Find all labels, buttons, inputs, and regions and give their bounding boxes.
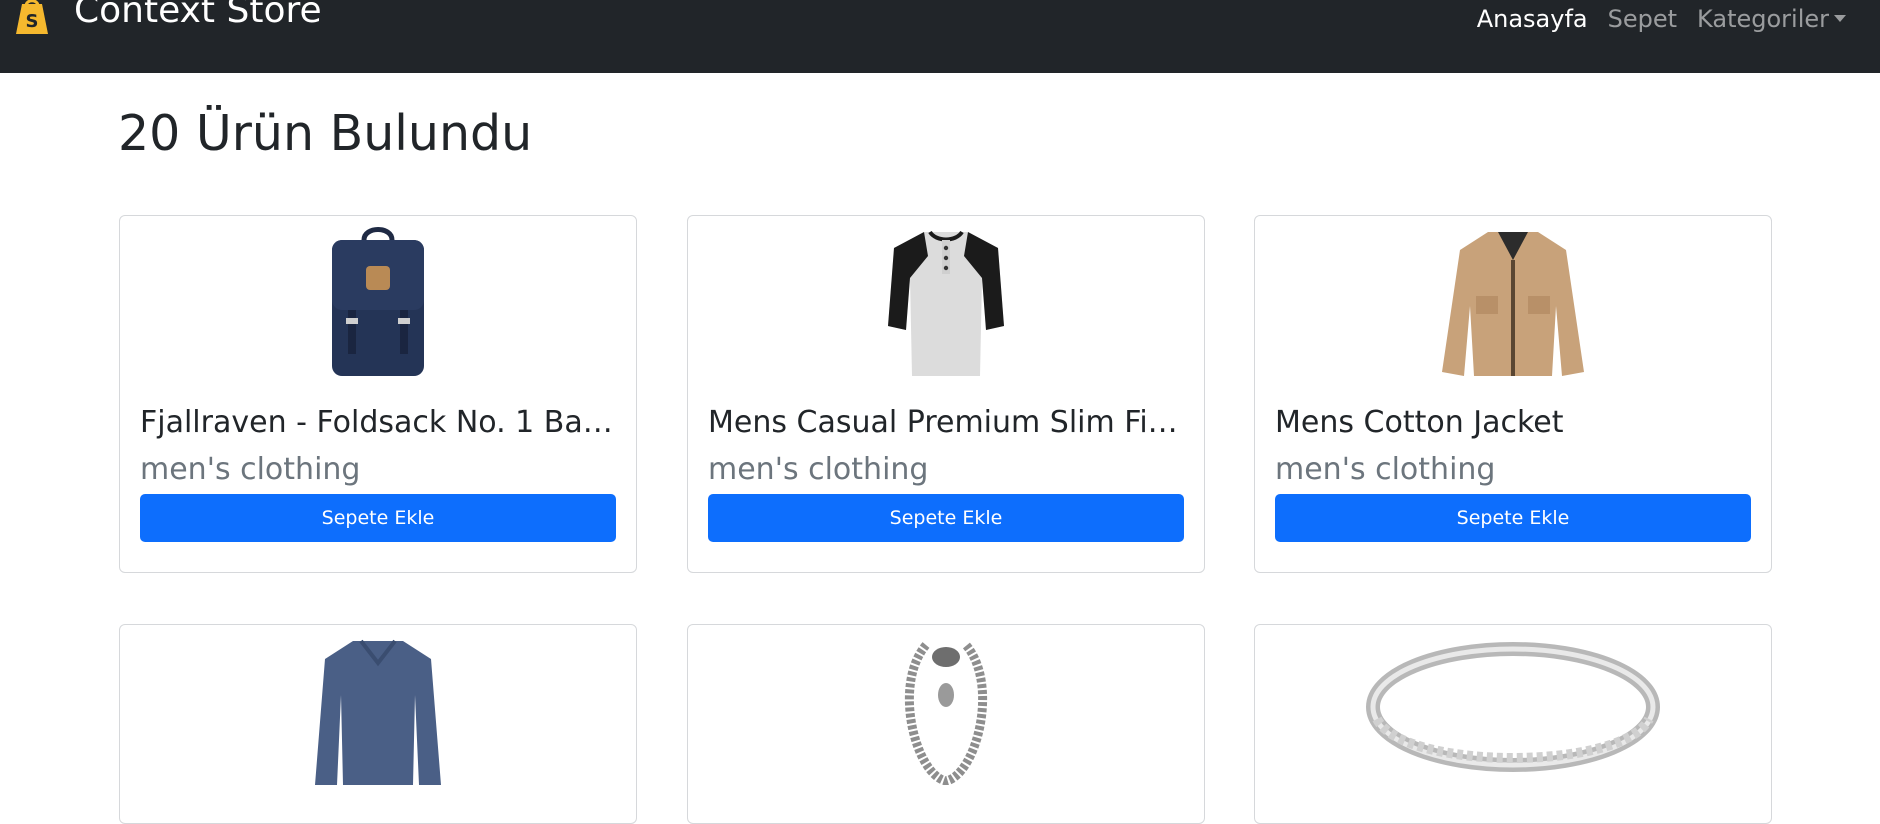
navbar: S Context Store Anasayfa Sepet Kategoril…: [0, 0, 1880, 73]
product-card: Fjallraven - Foldsack No. 1 Backpack, Fi…: [119, 215, 637, 573]
add-to-cart-button[interactable]: Sepete Ekle: [708, 494, 1184, 542]
long-sleeve-shirt-image: [315, 639, 441, 785]
product-card: [1254, 624, 1772, 824]
product-category: men's clothing: [708, 452, 929, 487]
add-to-cart-button[interactable]: Sepete Ekle: [1275, 494, 1751, 542]
henley-shirt-image: [888, 230, 1004, 376]
product-category: men's clothing: [140, 452, 361, 487]
product-title[interactable]: Fjallraven - Foldsack No. 1 Backpack, Fi…: [140, 403, 616, 443]
product-category: men's clothing: [1275, 452, 1496, 487]
chain-bracelet-image: [904, 642, 988, 785]
page-title: 20 Ürün Bulundu: [118, 105, 533, 162]
product-card: [119, 624, 637, 824]
kategoriler-label: Kategoriler: [1697, 5, 1829, 33]
product-image[interactable]: [688, 226, 1204, 376]
product-image[interactable]: [120, 635, 636, 785]
product-image[interactable]: [1255, 635, 1771, 785]
product-title[interactable]: Mens Casual Premium Slim Fit T-Shirts: [708, 403, 1184, 443]
nav-links: Anasayfa Sepet Kategoriler: [1477, 2, 1846, 36]
shopify-bag-icon: S: [16, 0, 48, 34]
nav-link-anasayfa[interactable]: Anasayfa: [1477, 5, 1588, 33]
brand-name: Context Store: [74, 0, 322, 31]
product-card: [687, 624, 1205, 824]
diamond-ring-image: [1366, 642, 1660, 772]
caret-down-icon: [1834, 14, 1846, 22]
cotton-jacket-image: [1442, 232, 1584, 376]
product-card: Mens Casual Premium Slim Fit T-Shirts me…: [687, 215, 1205, 573]
product-image[interactable]: [688, 635, 1204, 785]
nav-link-sepet[interactable]: Sepet: [1608, 5, 1677, 33]
brand[interactable]: S Context Store: [14, 0, 322, 34]
add-to-cart-button[interactable]: Sepete Ekle: [140, 494, 616, 542]
svg-text:S: S: [26, 11, 39, 32]
nav-link-kategoriler[interactable]: Kategoriler: [1697, 5, 1846, 33]
backpack-image: [332, 227, 424, 376]
product-title[interactable]: Mens Cotton Jacket: [1275, 403, 1751, 443]
product-card: Mens Cotton Jacket men's clothing Sepete…: [1254, 215, 1772, 573]
product-image[interactable]: [120, 226, 636, 376]
product-image[interactable]: [1255, 226, 1771, 376]
